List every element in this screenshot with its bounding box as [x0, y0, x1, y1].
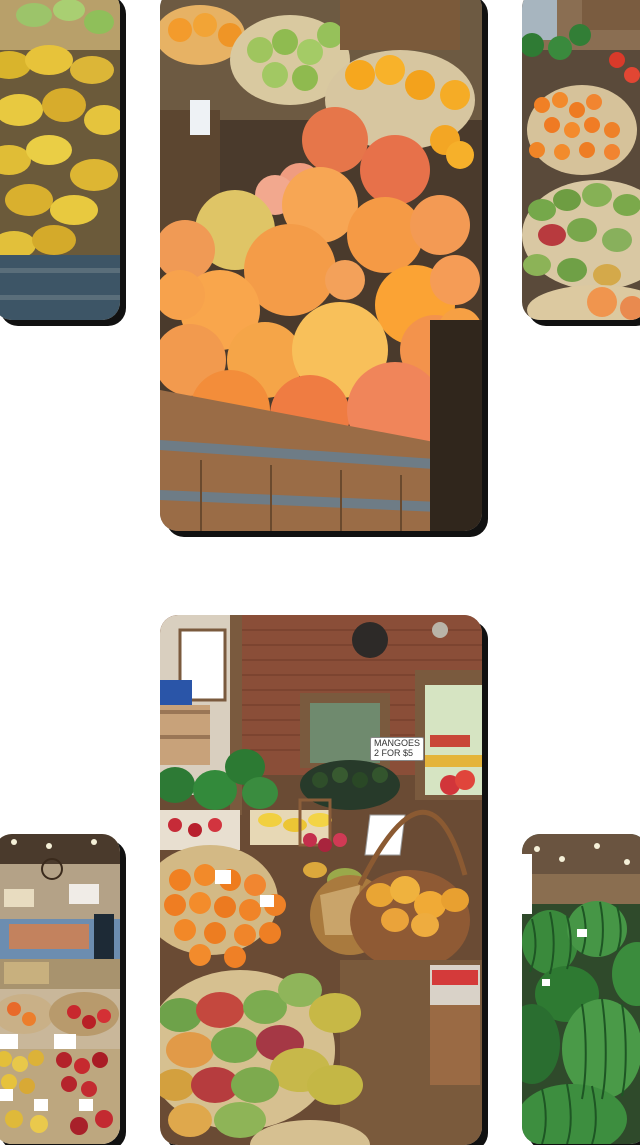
- gallery-card-mixed-produce[interactable]: [522, 0, 640, 320]
- mixed-produce-photo: [522, 0, 640, 320]
- gallery-card-grapefruit[interactable]: [160, 0, 482, 531]
- price-sign: MANGOES 2 FOR $5: [370, 737, 425, 761]
- market-overview-photo: [0, 834, 120, 1144]
- price-sign-line-2: 2 FOR $5: [374, 747, 414, 758]
- watermelons-photo: [522, 834, 640, 1144]
- gallery-card-watermelons[interactable]: [522, 834, 640, 1144]
- gallery-card-market-overview[interactable]: [0, 834, 120, 1144]
- gallery-card-mangoes[interactable]: [0, 0, 120, 320]
- mangoes-photo: [0, 0, 120, 320]
- produce-stand-photo: [160, 615, 482, 1145]
- grapefruit-photo: [160, 0, 482, 531]
- gallery-card-produce-stand[interactable]: MANGOES 2 FOR $5: [160, 615, 482, 1145]
